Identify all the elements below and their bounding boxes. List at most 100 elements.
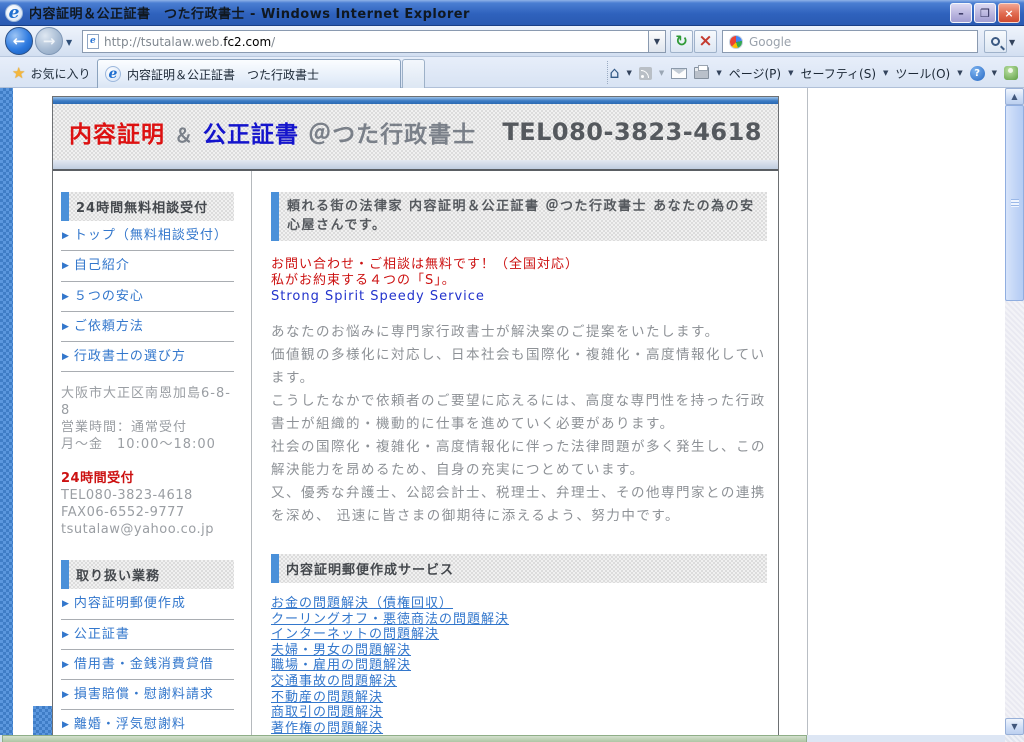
star-icon: ★ xyxy=(12,64,25,82)
sidebar-link-top[interactable]: ▶トップ（無料相談受付） xyxy=(61,221,234,251)
header-sub-bar xyxy=(53,160,778,171)
search-options-dropdown-icon[interactable]: ▼ xyxy=(1009,38,1015,47)
intro-heading: 頼れる街の法律家 内容証明＆公正証書 ＠つた行政書士 あなたの為の安心屋さんです… xyxy=(271,192,767,241)
address-dropdown-button[interactable]: ▼ xyxy=(648,30,666,53)
header-accent-bar xyxy=(53,97,778,104)
search-button[interactable] xyxy=(984,30,1007,53)
refresh-icon: ↻ xyxy=(675,34,688,49)
sidebar-link-label: 借用書・金銭消費貸借 xyxy=(74,657,214,673)
restore-button[interactable]: ❐ xyxy=(974,3,996,23)
window-title: 内容証明＆公正証書 つた行政書士 - Windows Internet Expl… xyxy=(29,3,470,22)
sidebar-link-label: ご依頼方法 xyxy=(74,319,144,335)
service-link-real-estate[interactable]: 不動産の問題解決 xyxy=(271,690,767,706)
arrow-icon: ▶ xyxy=(62,687,70,701)
toolbar-separator xyxy=(607,61,608,84)
service-link-commerce[interactable]: 商取引の問題解決 xyxy=(271,705,767,721)
sidebar-link-koseishosho[interactable]: ▶ 公正証書 xyxy=(61,620,234,650)
address-line: 大阪市大正区南恩加島6-8-8 xyxy=(61,385,234,419)
paragraph: 又、優秀な弁護士、公認会計士、税理士、弁理士、その他専門家との連携を深め、 迅速… xyxy=(271,482,767,528)
sidebar-link-label: 離婚・浮気慰謝料 xyxy=(74,717,186,733)
rss-feed-icon[interactable] xyxy=(639,67,652,80)
service-link-list: お金の問題解決（債権回収） クーリングオフ・悪徳商法の問題解決 インターネットの… xyxy=(271,596,767,735)
contact-tel: TEL080-3823-4618 xyxy=(61,487,234,504)
arrow-icon: ▶ xyxy=(62,289,70,303)
promo-slogan: Strong Spirit Speedy Service xyxy=(271,289,767,305)
home-dropdown-icon[interactable]: ▼ xyxy=(627,69,632,77)
page-right-border xyxy=(807,88,808,735)
search-input[interactable]: Google xyxy=(722,30,978,53)
scrollbar-grip-icon xyxy=(1011,199,1019,207)
office-address-block: 大阪市大正区南恩加島6-8-8 営業時間：通常受付 月～金 10:00～18:0… xyxy=(61,385,234,453)
header-telephone: TEL080-3823-4618 xyxy=(502,118,762,146)
vertical-scrollbar[interactable]: ▲ ▼ xyxy=(1005,88,1024,735)
close-button[interactable]: × xyxy=(998,3,1020,23)
tools-dropdown-icon[interactable]: ▼ xyxy=(957,69,962,77)
paragraph: 社会の国際化・複雑化・高度情報化に伴った法律問題が多く発生し、この解決能力を昂め… xyxy=(271,436,767,482)
service-section-title: 内容証明郵便作成サービス xyxy=(271,554,767,583)
page-background-pattern xyxy=(0,88,13,735)
favorites-label: お気に入り xyxy=(30,65,90,82)
contact-promo-lines: お問い合わせ・ご相談は無料です！（全国対応） 私がお約束する４つの「S」。 St… xyxy=(271,257,767,305)
print-icon[interactable] xyxy=(694,67,709,79)
arrow-icon: ▶ xyxy=(62,627,70,641)
read-mail-icon[interactable] xyxy=(671,68,687,79)
arrow-icon: ▶ xyxy=(62,717,70,731)
address-line: 月～金 10:00～18:00 xyxy=(61,436,234,453)
sidebar-link-divorce[interactable]: ▶ 離婚・浮気慰謝料 xyxy=(61,710,234,735)
minimize-button[interactable]: – xyxy=(950,3,972,23)
sidebar-link-how-to-request[interactable]: ▶ご依頼方法 xyxy=(61,312,234,342)
safety-dropdown-icon[interactable]: ▼ xyxy=(883,69,888,77)
sidebar-link-label: トップ（無料相談受付） xyxy=(74,228,228,244)
sidebar-link-profile[interactable]: ▶自己紹介 xyxy=(61,251,234,281)
messenger-icon[interactable] xyxy=(1004,66,1018,80)
service-link-money[interactable]: お金の問題解決（債権回収） xyxy=(271,596,767,612)
vertical-scrollbar-thumb[interactable] xyxy=(1005,105,1024,301)
sidebar-link-five-assurances[interactable]: ▶５つの安心 xyxy=(61,282,234,312)
search-placeholder: Google xyxy=(749,35,791,49)
service-link-traffic[interactable]: 交通事故の問題解決 xyxy=(271,674,767,690)
sidebar-link-choosing-gyoseishoshi[interactable]: ▶ 行政書士の選び方 xyxy=(61,342,234,372)
refresh-button[interactable]: ↻ xyxy=(670,30,693,53)
horizontal-scrollbar[interactable] xyxy=(0,735,1005,742)
arrow-icon: ▶ xyxy=(62,349,70,363)
site-title-red: 内容証明 xyxy=(69,122,165,148)
stop-button[interactable]: × xyxy=(694,30,717,53)
contact-block: 24時間受付 TEL080-3823-4618 FAX06-6552-9777 … xyxy=(61,470,234,538)
back-button[interactable]: ← xyxy=(5,27,33,55)
home-icon[interactable]: ⌂ xyxy=(609,65,619,81)
service-link-internet[interactable]: インターネットの問題解決 xyxy=(271,627,767,643)
main-content: 頼れる街の法律家 内容証明＆公正証書 ＠つた行政書士 あなたの為の安心屋さんです… xyxy=(252,171,778,735)
service-link-couples[interactable]: 夫婦・男女の問題解決 xyxy=(271,643,767,659)
service-link-workplace[interactable]: 職場・雇用の問題解決 xyxy=(271,658,767,674)
print-dropdown-icon[interactable]: ▼ xyxy=(716,69,721,77)
sidebar-link-label: 公正証書 xyxy=(74,627,130,643)
window-titlebar[interactable]: e 内容証明＆公正証書 つた行政書士 - Windows Internet Ex… xyxy=(0,0,1024,26)
sidebar-link-naiyoshomei[interactable]: ▶ 内容証明郵便作成 xyxy=(61,589,234,619)
scroll-up-button[interactable]: ▲ xyxy=(1005,88,1024,105)
sidebar-link-damages-claim[interactable]: ▶損害賠償・慰謝料請求 xyxy=(61,680,234,710)
page-dropdown-icon[interactable]: ▼ xyxy=(788,69,793,77)
sidebar-link-loan-agreement[interactable]: ▶借用書・金銭消費貸借 xyxy=(61,650,234,680)
contact-24h-label: 24時間受付 xyxy=(61,470,234,487)
address-input[interactable]: http://tsutalaw.web.fc2.com/ xyxy=(82,30,648,53)
arrow-icon: ▶ xyxy=(62,596,70,610)
forward-button[interactable]: → xyxy=(35,27,63,55)
page-viewport: 内容証明 ＆ 公正証書 ＠つた行政書士 TEL080-3823-4618 24時… xyxy=(0,88,1005,735)
horizontal-scrollbar-thumb[interactable] xyxy=(2,735,807,742)
sidebar-link-label: 行政書士の選び方 xyxy=(74,349,186,365)
service-link-cooling-off[interactable]: クーリングオフ・悪徳商法の問題解決 xyxy=(271,612,767,628)
recent-pages-dropdown-icon[interactable]: ▼ xyxy=(66,38,72,47)
help-dropdown-icon[interactable]: ▼ xyxy=(992,69,997,77)
service-link-copyright[interactable]: 著作権の問題解決 xyxy=(271,721,767,735)
scroll-down-button[interactable]: ▼ xyxy=(1005,718,1024,735)
help-icon[interactable]: ? xyxy=(970,66,985,81)
menu-safety[interactable]: セーフティ(S) xyxy=(800,65,876,82)
arrow-icon: ▶ xyxy=(62,258,70,272)
sidebar-link-label: 内容証明郵便作成 xyxy=(74,596,186,612)
tab-current-page[interactable]: e 内容証明＆公正証書 つた行政書士 xyxy=(97,59,401,88)
menu-page[interactable]: ページ(P) xyxy=(729,65,781,82)
favorites-button[interactable]: ★ お気に入り xyxy=(4,61,98,85)
ie-tab-icon: e xyxy=(105,66,121,82)
new-tab-button[interactable] xyxy=(402,59,425,88)
menu-tools[interactable]: ツール(O) xyxy=(895,65,950,82)
